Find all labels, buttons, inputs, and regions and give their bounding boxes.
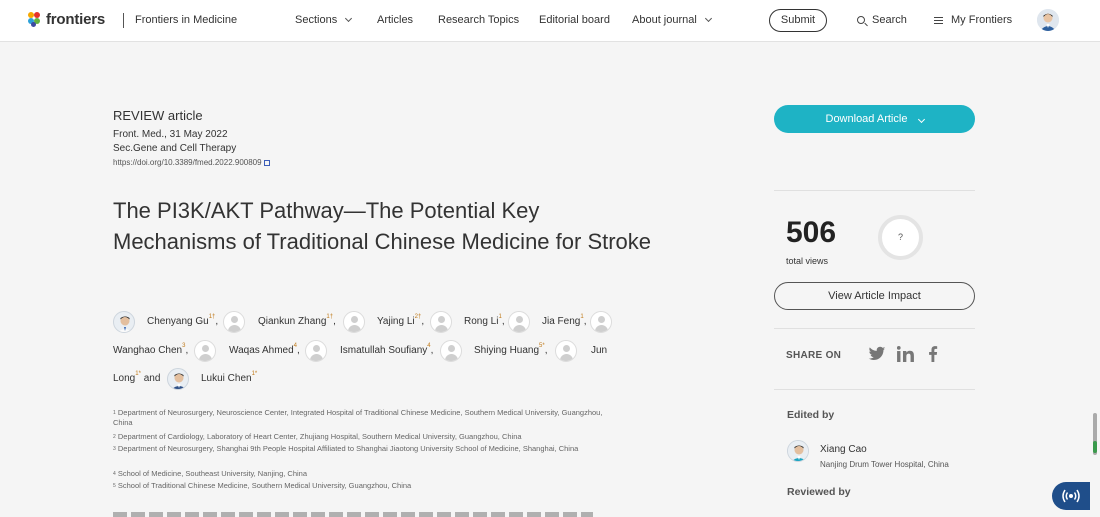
facebook-icon[interactable]: [928, 346, 946, 362]
author-avatar: [440, 340, 462, 362]
affiliation: 1 Department of Neurosurgery, Neuroscien…: [113, 408, 603, 427]
author-name[interactable]: Shiying Huang5*,: [474, 343, 548, 356]
search-icon: [857, 16, 865, 24]
altmetric-badge[interactable]: ?: [878, 215, 923, 260]
author-name[interactable]: Lukui Chen1*: [201, 371, 257, 384]
doi-link[interactable]: https://doi.org/10.3389/fmed.2022.900809: [113, 158, 270, 167]
author-avatar: [113, 311, 135, 333]
sidebar-divider: [774, 190, 975, 191]
author-name[interactable]: Jun: [591, 345, 607, 356]
article-title: The PI3K/AKT Pathway—The Potential Key M…: [113, 198, 652, 254]
user-avatar[interactable]: [1037, 9, 1059, 31]
edited-by-label: Edited by: [787, 409, 835, 421]
author-name[interactable]: Chenyang Gu1†,: [147, 314, 218, 327]
scrollbar-indicator: [1093, 441, 1097, 453]
nav-sections-label: Sections: [295, 14, 338, 26]
abstract-text-cut-off: [113, 512, 593, 517]
my-frontiers-label: My Frontiers: [951, 14, 1013, 26]
journal-date: Front. Med., 31 May 2022: [113, 129, 228, 140]
frontiers-logo[interactable]: frontiers: [28, 11, 105, 28]
affiliation: 4 School of Medicine, Southeast Universi…: [113, 469, 308, 478]
doi-text: https://doi.org/10.3389/fmed.2022.900809: [113, 158, 262, 167]
article-type: REVIEW article: [113, 108, 203, 123]
author-avatar: [305, 340, 327, 362]
author-avatar: [343, 311, 365, 333]
editor-name[interactable]: Xiang Cao: [820, 444, 867, 455]
affiliation: 2 Department of Cardiology, Laboratory o…: [113, 432, 522, 441]
author-name[interactable]: Yajing Li2†,: [377, 314, 424, 327]
affiliation: 3 Department of Neurosurgery, Shanghai 9…: [113, 444, 579, 453]
affiliation: 5 School of Traditional Chinese Medicine…: [113, 481, 412, 490]
author-name[interactable]: Rong Li1,: [464, 314, 505, 327]
header-divider: [123, 13, 124, 28]
author-avatar: [508, 311, 530, 333]
author-avatar: [590, 311, 612, 333]
nav-articles-label: Articles: [377, 14, 414, 26]
twitter-icon[interactable]: [868, 346, 886, 362]
top-navigation-bar: frontiers Frontiers in Medicine Sections…: [0, 0, 1100, 42]
author-name[interactable]: Qiankun Zhang1†,: [258, 314, 336, 327]
download-article-button[interactable]: Download Article: [774, 105, 975, 133]
author-avatar: [555, 340, 577, 362]
search-label: Search: [872, 14, 907, 26]
menu-icon: [934, 16, 943, 24]
total-views-label: total views: [786, 256, 829, 266]
download-article-label: Download Article: [825, 113, 908, 125]
author-avatar: [194, 340, 216, 362]
total-views-count: 506: [786, 216, 837, 249]
submit-button[interactable]: Submit: [769, 9, 827, 32]
nav-sections[interactable]: Sections: [295, 14, 353, 26]
sidebar-divider: [774, 328, 975, 329]
broadcast-icon: [1061, 488, 1081, 507]
editor-affiliation: Nanjing Drum Tower Hospital, China: [820, 460, 949, 469]
sidebar-divider: [774, 389, 975, 390]
chevron-down-icon: [917, 115, 925, 124]
view-article-impact-button[interactable]: View Article Impact: [774, 282, 975, 310]
author-name[interactable]: Long1* and: [113, 371, 160, 384]
linkedin-icon[interactable]: [896, 346, 915, 362]
chevron-down-icon: [345, 14, 353, 23]
frontiers-logo-icon: [28, 11, 42, 28]
editor-avatar[interactable]: [787, 440, 809, 462]
nav-articles[interactable]: Articles: [377, 14, 413, 26]
brand-name: frontiers: [46, 11, 106, 28]
author-name[interactable]: Wanghao Chen3,: [113, 343, 188, 356]
author-name[interactable]: Waqas Ahmed4,: [229, 343, 300, 356]
accessibility-button[interactable]: [1052, 482, 1090, 510]
nav-editorial-board[interactable]: Editorial board: [539, 14, 610, 26]
reviewed-by-label: Reviewed by: [787, 486, 851, 498]
author-name[interactable]: Jia Feng1,: [542, 314, 586, 327]
my-frontiers-menu[interactable]: My Frontiers: [934, 14, 1012, 26]
nav-about-journal-label: About journal: [632, 14, 697, 26]
nav-research-topics[interactable]: Research Topics: [438, 14, 519, 26]
author-avatar: [430, 311, 452, 333]
author-avatar: [167, 368, 189, 390]
author-avatar: [223, 311, 245, 333]
journal-name-link[interactable]: Frontiers in Medicine: [135, 14, 237, 26]
search-button[interactable]: Search: [857, 14, 907, 26]
chevron-down-icon: [704, 14, 712, 23]
external-link-icon: [263, 159, 270, 166]
nav-research-topics-label: Research Topics: [438, 14, 520, 26]
author-name[interactable]: Ismatullah Soufiany4,: [340, 343, 433, 356]
nav-about-journal[interactable]: About journal: [632, 14, 712, 26]
nav-editorial-board-label: Editorial board: [539, 14, 610, 26]
section-link[interactable]: Sec.Gene and Cell Therapy: [113, 143, 236, 154]
share-on-label: SHARE ON: [786, 350, 842, 361]
